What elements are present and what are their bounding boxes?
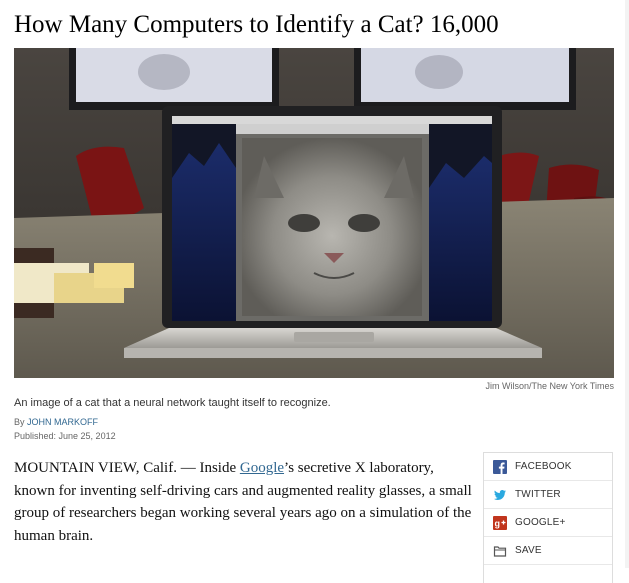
- twitter-icon: [493, 488, 507, 502]
- share-twitter-label: TWITTER: [515, 489, 561, 500]
- laptop-cat-photo: [14, 48, 614, 378]
- headline: How Many Computers to Identify a Cat? 16…: [14, 11, 499, 38]
- share-tools: FACEBOOK TWITTER g GOOGLE+ SAVE: [483, 452, 613, 583]
- lead-text-start: MOUNTAIN VIEW, Calif. — Inside: [14, 460, 240, 476]
- save-icon: [493, 544, 507, 558]
- article-photo[interactable]: [14, 48, 614, 378]
- scrollbar-edge: [625, 0, 629, 568]
- photo-caption: An image of a cat that a neural network …: [14, 397, 331, 409]
- share-google-plus-button[interactable]: g GOOGLE+: [484, 509, 612, 537]
- published-date: Published: June 25, 2012: [14, 431, 116, 441]
- google-plus-icon: g: [493, 515, 507, 530]
- share-save-label: SAVE: [515, 545, 542, 556]
- byline: By JOHN MARKOFF: [14, 417, 98, 427]
- share-google-plus-label: GOOGLE+: [515, 517, 566, 528]
- share-twitter-button[interactable]: TWITTER: [484, 481, 612, 509]
- share-save-button[interactable]: SAVE: [484, 537, 612, 565]
- photo-credit: Jim Wilson/The New York Times: [485, 381, 614, 391]
- byline-prefix: By: [14, 417, 25, 427]
- author-link[interactable]: JOHN MARKOFF: [27, 417, 98, 427]
- share-facebook-button[interactable]: FACEBOOK: [484, 453, 612, 481]
- google-link[interactable]: Google: [240, 460, 284, 476]
- facebook-icon: [493, 459, 507, 474]
- svg-text:g: g: [495, 518, 501, 528]
- article-lead: MOUNTAIN VIEW, Calif. — Inside Google’s …: [14, 457, 474, 547]
- share-facebook-label: FACEBOOK: [515, 461, 572, 472]
